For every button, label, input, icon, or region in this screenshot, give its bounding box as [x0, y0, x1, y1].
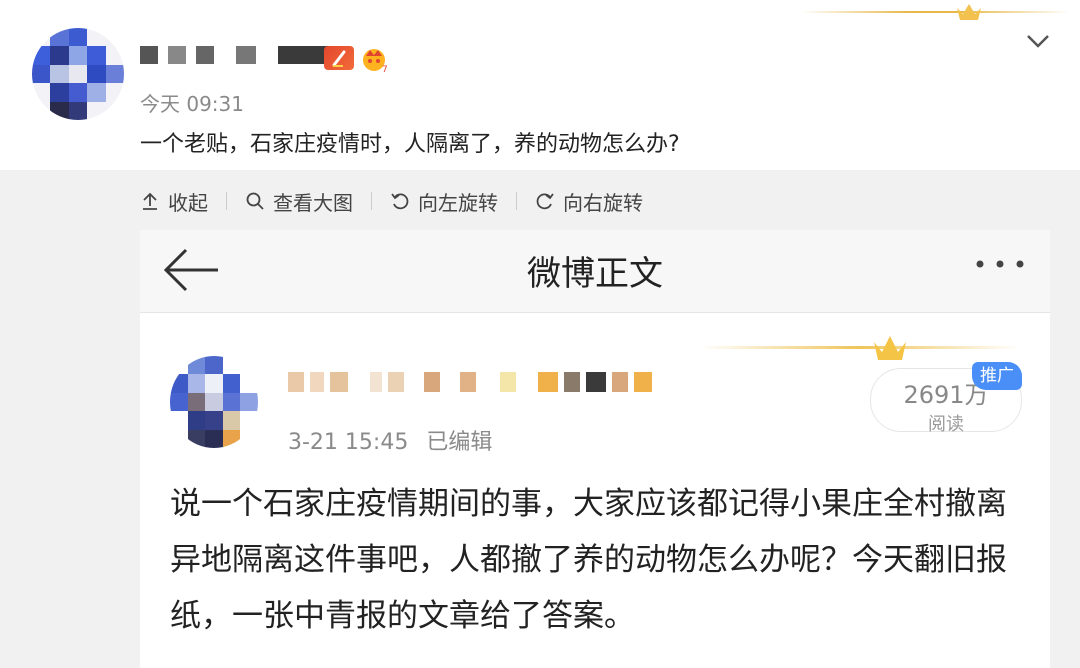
- promo-badge: 推广: [972, 362, 1022, 390]
- card-body-text: 说一个石家庄疫情期间的事，大家应该都记得小果庄全村撤离异地隔离这件事吧，人都撤了…: [170, 486, 1007, 634]
- rotate-right-label: 向右旋转: [563, 190, 643, 215]
- vip-glyph-icon: [332, 50, 346, 67]
- embedded-screenshot[interactable]: 微博正文 3-21 15:45 已编辑 2691万 阅读 推广 说一个石家庄疫情…: [140, 230, 1050, 668]
- vip-icon[interactable]: [324, 46, 354, 70]
- username: [288, 372, 652, 392]
- post-time: 今天 09:31: [140, 92, 244, 116]
- crown-level-icon[interactable]: 7: [360, 44, 390, 74]
- chevron-down-icon[interactable]: [1024, 30, 1052, 52]
- divider: [371, 192, 372, 210]
- rotate-right-icon: [536, 193, 554, 210]
- screenshot-card: 3-21 15:45 已编辑 2691万 阅读 推广 说一个石家庄疫情期间的事，大…: [140, 330, 1050, 668]
- collapse-button[interactable]: 收起: [140, 187, 208, 216]
- view-large-label: 查看大图: [273, 190, 353, 215]
- avatar: [170, 356, 258, 448]
- view-large-button[interactable]: 查看大图: [245, 187, 353, 216]
- post-header: 7 今天 09:31 一个老贴，石家庄疫情时，人隔离了，养的动物怎么办?: [0, 0, 1080, 170]
- search-icon: [246, 192, 264, 210]
- divider: [226, 192, 227, 210]
- username[interactable]: [140, 44, 336, 66]
- rotate-left-icon: [391, 193, 409, 210]
- rotate-left-label: 向左旋转: [418, 190, 498, 215]
- divider: [516, 192, 517, 210]
- svg-text:7: 7: [382, 65, 388, 74]
- decor-line: [800, 11, 1070, 13]
- rotate-right-button[interactable]: 向右旋转: [535, 187, 643, 216]
- decor-line: [700, 346, 1020, 349]
- crown-icon: [874, 336, 906, 360]
- collapse-label: 收起: [168, 190, 208, 215]
- screenshot-header: 微博正文: [140, 230, 1050, 313]
- edited-label: 已编辑: [426, 430, 493, 455]
- rotate-left-button[interactable]: 向左旋转: [390, 187, 498, 216]
- card-time-row: 3-21 15:45 已编辑: [288, 424, 492, 456]
- avatar[interactable]: [32, 28, 124, 120]
- post-text: 一个老贴，石家庄疫情时，人隔离了，养的动物怎么办?: [140, 132, 680, 157]
- image-toolbar: 收起 查看大图 向左旋转 向右旋转: [140, 187, 643, 216]
- screenshot-title: 微博正文: [527, 254, 663, 294]
- card-time: 3-21 15:45: [288, 430, 409, 455]
- collapse-icon: [143, 192, 157, 210]
- read-label: 阅读: [928, 414, 964, 435]
- more-dots-icon: [976, 260, 1024, 268]
- media-area: 收起 查看大图 向左旋转 向右旋转 微博正文 3-21 15:45 已编辑 26…: [0, 170, 1080, 668]
- crown-icon: [957, 4, 981, 20]
